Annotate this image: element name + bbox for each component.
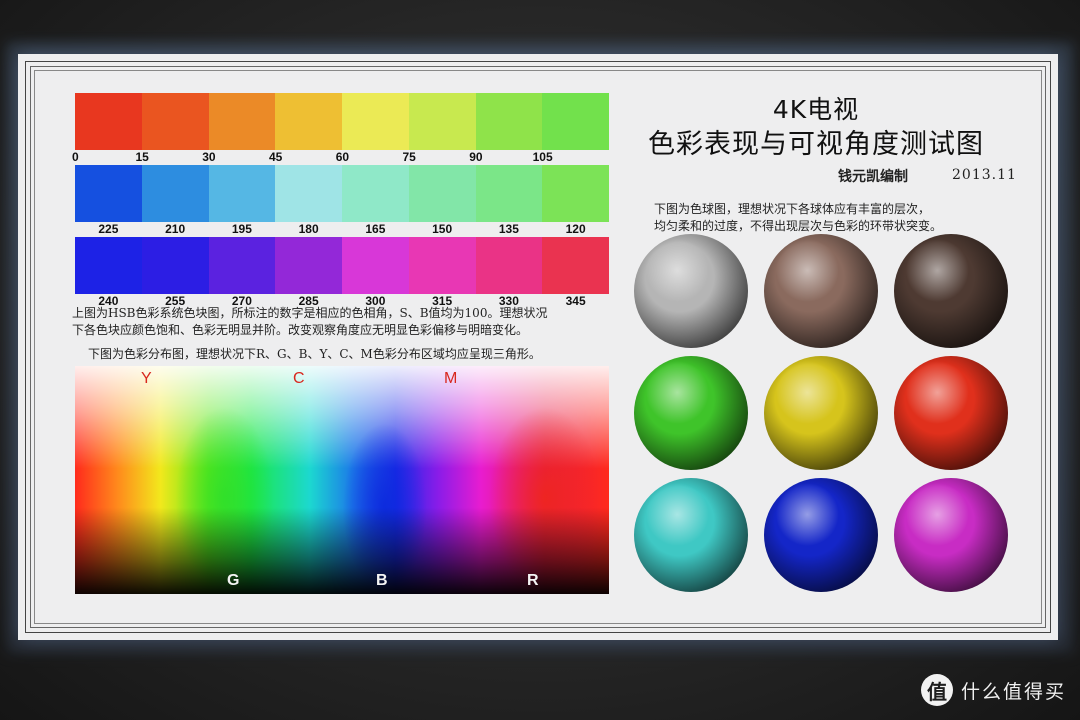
hue-swatch — [408, 165, 476, 222]
hue-swatch — [75, 237, 142, 294]
hue-swatch — [475, 237, 543, 294]
gray-sphere — [634, 234, 748, 348]
hue-swatch — [542, 165, 609, 222]
hue-label: 0 — [72, 150, 79, 164]
hue-swatch — [275, 93, 342, 150]
hue-label: 15 — [135, 150, 149, 164]
hue-swatch — [342, 93, 409, 150]
author: 钱元凯编制 — [838, 169, 908, 185]
hue-swatch — [141, 237, 209, 294]
title-line-1: 4K电视 — [772, 95, 860, 124]
hue-labels-1: 0 15 30 45 60 75 90 105 — [72, 150, 609, 164]
sphere-note-line-1: 下图为色球图，理想状况下各球体应有丰富的层次， — [654, 202, 931, 216]
date: 2013.11 — [952, 167, 1017, 183]
gamut-label-m: M — [444, 370, 458, 387]
blue-sphere — [764, 478, 878, 592]
hue-label: 165 — [365, 222, 386, 236]
gamut-label-y: Y — [141, 370, 152, 387]
hue-label: 90 — [469, 150, 483, 164]
hue-label: 150 — [432, 222, 453, 236]
hue-label: 345 — [565, 294, 586, 308]
hue-swatch — [408, 237, 476, 294]
gamut-note: 下图为色彩分布图，理想状况下R、G、B、Y、C、M色彩分布区域均应呈现三角形。 — [88, 347, 541, 361]
hue-swatch — [75, 165, 142, 222]
skin-sphere — [764, 234, 878, 348]
magenta-sphere — [894, 478, 1008, 592]
hue-label: 60 — [335, 150, 350, 164]
hue-label: 225 — [98, 222, 119, 236]
hue-label: 135 — [498, 222, 519, 236]
hue-swatch — [141, 165, 209, 222]
hue-swatch — [208, 93, 276, 150]
brown-sphere — [894, 234, 1008, 348]
gamut-label-c: C — [293, 370, 305, 387]
hue-label: 105 — [532, 150, 553, 164]
hsb-note-line-2: 下各色块应颜色饱和、色彩无明显并阶。改变观察角度应无明显色彩偏移与明暗变化。 — [72, 323, 529, 337]
hue-swatch — [542, 237, 609, 294]
hue-label: 120 — [565, 222, 586, 236]
hue-strip-1 — [75, 93, 609, 150]
hue-swatch — [275, 165, 342, 222]
title-line-2: 色彩表现与可视角度测试图 — [648, 129, 984, 160]
gamut-dark-floor — [75, 366, 609, 594]
hue-strip-3 — [75, 237, 609, 294]
hue-labels-2: 225 210 195 180 165 150 135 120 — [75, 222, 609, 236]
red-sphere — [894, 356, 1008, 470]
watermark-text: 什么值得买 — [960, 680, 1066, 703]
tv-screen: 0 15 30 45 60 75 90 105 225 210 195 180 … — [18, 54, 1058, 640]
hue-swatch — [342, 165, 409, 222]
gamut-label-g: G — [227, 572, 240, 589]
hue-swatch — [208, 165, 276, 222]
hue-swatch — [542, 93, 609, 150]
hue-swatch — [475, 165, 543, 222]
hue-swatch — [342, 237, 409, 294]
hue-swatch — [475, 93, 543, 150]
hue-label: 75 — [402, 150, 416, 164]
yellow-sphere — [764, 356, 878, 470]
watermark: 值 什么值得买 — [920, 674, 1066, 706]
gamut-label-r: R — [527, 572, 539, 589]
hue-label: 180 — [298, 222, 319, 236]
hue-swatch — [408, 93, 476, 150]
hue-label: 195 — [231, 222, 252, 236]
hue-swatch — [141, 93, 209, 150]
hue-label: 45 — [268, 150, 283, 164]
hue-strip-2 — [75, 165, 609, 222]
sphere-note-line-2: 均匀柔和的过度，不得出现层次与色彩的环带状突变。 — [654, 219, 943, 233]
hue-label: 30 — [202, 150, 216, 164]
hsb-note-line-1: 上图为HSB色彩系统色块图，所标注的数字是相应的色相角，S、B值均为100。理想… — [72, 306, 548, 320]
green-sphere — [634, 356, 748, 470]
color-distribution-chart: Y C M G B R — [75, 366, 609, 594]
hue-label: 210 — [165, 222, 186, 236]
hue-swatch — [75, 93, 142, 150]
gamut-label-b: B — [376, 572, 388, 589]
cyan-sphere — [634, 478, 748, 592]
watermark-logo-icon: 值 — [920, 674, 953, 706]
hue-swatch — [208, 237, 276, 294]
hue-swatch — [275, 237, 342, 294]
